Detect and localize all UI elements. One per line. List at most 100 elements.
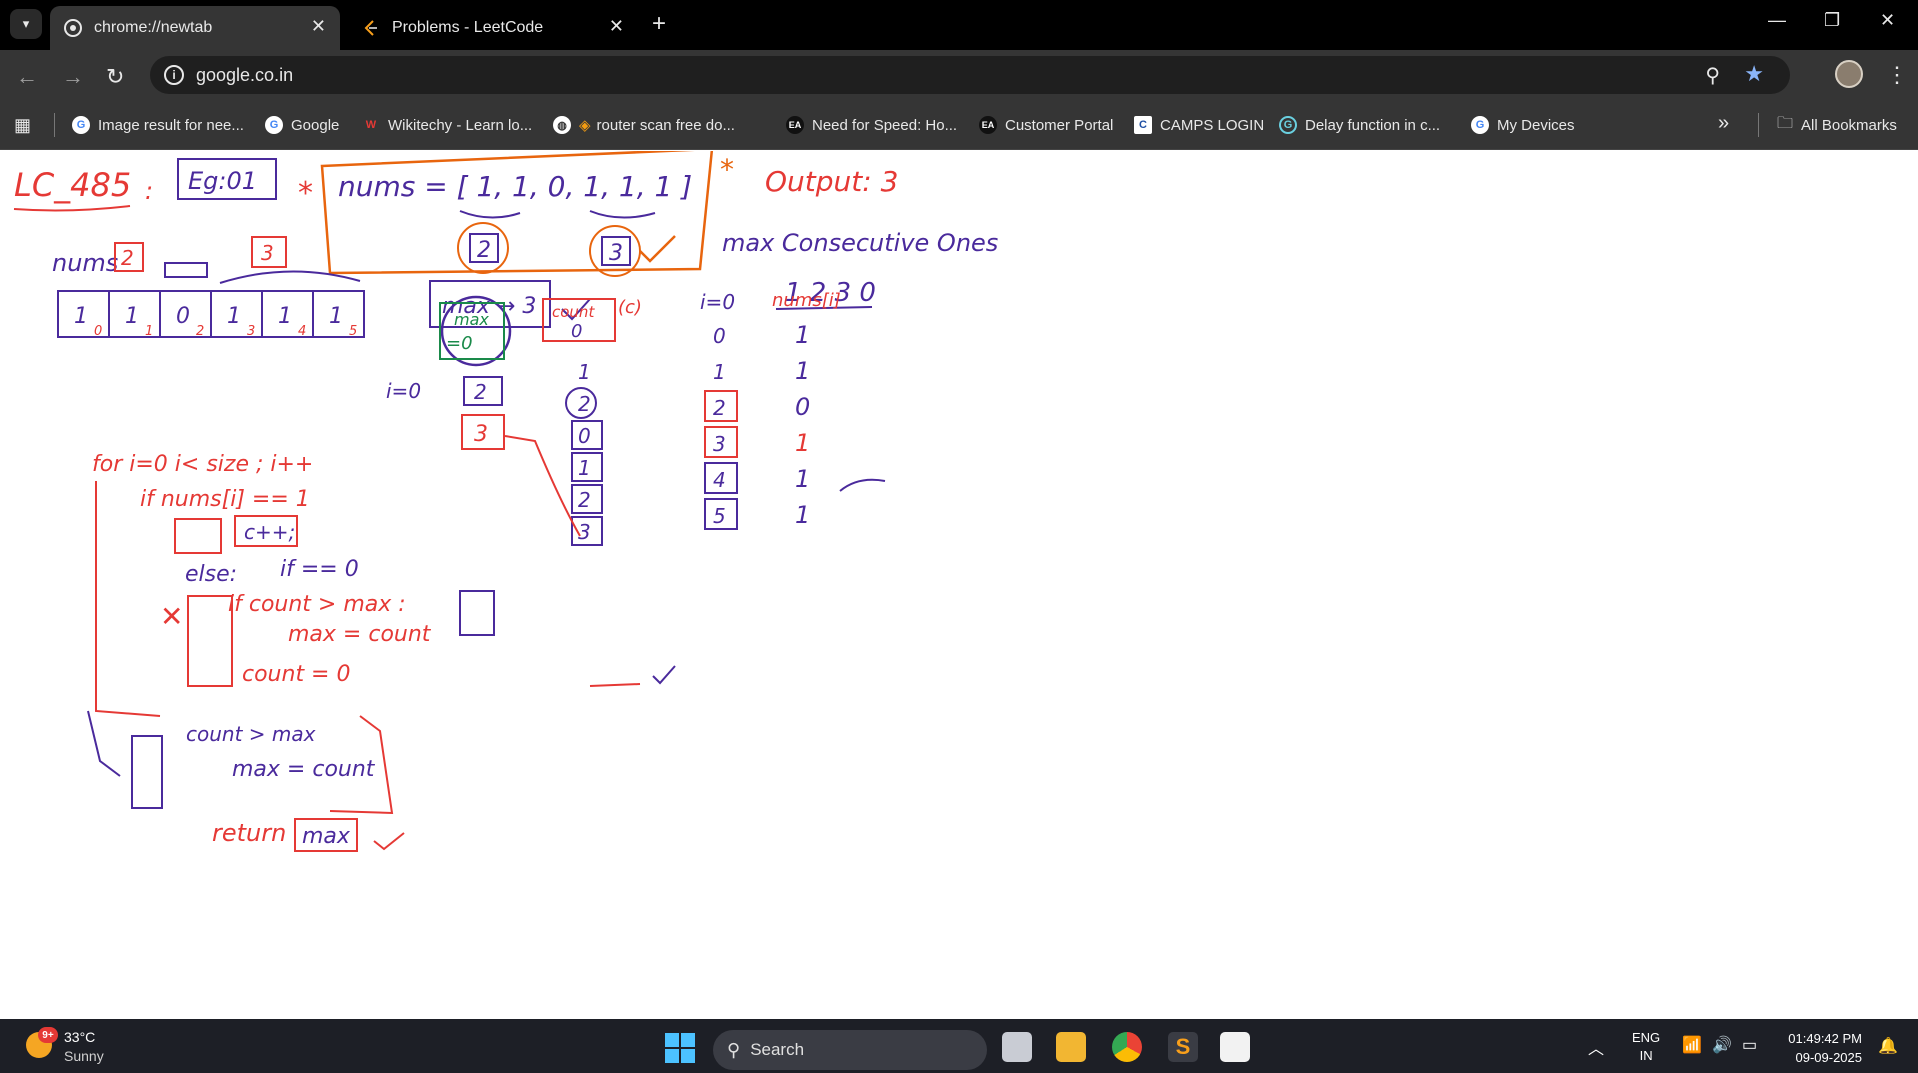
group-count: 3 xyxy=(609,241,623,266)
table-header-i: i=0 xyxy=(700,290,735,314)
chevron-down-icon: ▾ xyxy=(22,16,30,31)
address-bar[interactable]: i google.co.in ⚲ ★ xyxy=(150,56,1790,94)
leetcode-icon xyxy=(362,19,380,37)
wikitechy-icon: W xyxy=(365,119,377,131)
array-index: 0 xyxy=(94,324,102,339)
site-info-icon[interactable]: i xyxy=(164,65,184,85)
profile-avatar[interactable] xyxy=(1835,60,1863,88)
count-label: count xyxy=(552,303,595,321)
google-icon: G xyxy=(265,116,283,134)
search-icon: ⚲ xyxy=(727,1039,741,1060)
tab-newtab[interactable]: chrome://newtab ✕ xyxy=(50,6,340,50)
count-step: 1 xyxy=(578,456,591,480)
chrome-icon xyxy=(64,19,82,37)
weather-temperature[interactable]: 33°C xyxy=(64,1029,95,1045)
new-tab-button[interactable]: + xyxy=(652,10,666,38)
else-if: if == 0 xyxy=(280,557,359,582)
checkmark xyxy=(839,478,886,492)
close-window-icon[interactable]: ✕ xyxy=(1880,10,1895,31)
notification-icon[interactable]: 🔔 xyxy=(1878,1036,1898,1056)
array-index: 4 xyxy=(298,324,306,339)
checkmark xyxy=(373,832,405,851)
table-nums: 0 xyxy=(795,393,810,421)
bookmarks-bar: ▦ G Image result for nee... G Google W Wiki… xyxy=(0,100,1918,150)
more-bookmarks-icon[interactable]: » xyxy=(1718,112,1729,135)
chevron-up-icon[interactable]: ︿ xyxy=(1588,1035,1604,1059)
menu-icon[interactable]: ⋮ xyxy=(1886,62,1908,88)
cond-line: if count > max : xyxy=(228,592,406,617)
brace-mark xyxy=(459,210,521,219)
hatched-box xyxy=(174,518,222,554)
arrow-line xyxy=(504,435,581,537)
camps-icon: C xyxy=(1134,116,1152,134)
task-view-icon[interactable] xyxy=(1002,1032,1032,1062)
array-count: 2 xyxy=(121,246,134,270)
description: max Consecutive Ones xyxy=(722,229,998,257)
output-label: Output: 3 xyxy=(765,165,898,198)
file-explorer-icon[interactable] xyxy=(1056,1032,1086,1062)
reload-button[interactable]: ↻ xyxy=(106,64,124,90)
count-init: 0 xyxy=(571,321,582,342)
windows-start-icon[interactable] xyxy=(665,1033,695,1063)
arrow-line xyxy=(87,710,121,777)
battery-icon[interactable]: ▭ xyxy=(1742,1035,1757,1055)
minimize-icon[interactable]: — xyxy=(1768,10,1786,31)
zoom-icon[interactable]: ⚲ xyxy=(1705,63,1720,88)
bookmark-item[interactable]: W Wikitechy - Learn lo... xyxy=(362,114,532,136)
close-tab-icon[interactable]: ✕ xyxy=(311,16,326,37)
brace-mark xyxy=(589,210,656,219)
taskbar-search[interactable]: ⚲ Search xyxy=(713,1030,987,1070)
divider xyxy=(54,113,55,137)
bracket-line xyxy=(95,481,161,717)
title-underline xyxy=(13,205,131,212)
weather-condition[interactable]: Sunny xyxy=(64,1048,104,1064)
bookmark-item[interactable]: G Google xyxy=(265,114,339,136)
restore-icon[interactable]: ❐ xyxy=(1824,10,1840,31)
tab-search-button[interactable]: ▾ xyxy=(10,9,42,39)
asterisk-mark: * xyxy=(298,176,313,211)
folder-icon: 🗀 xyxy=(1777,114,1794,132)
whiteboard-canvas[interactable]: LC_485 : Eg:01 * nums = [ 1, 1, 0, 1, 1,… xyxy=(0,147,1918,1019)
weather-badge: 9+ xyxy=(38,1027,58,1043)
array-index: 1 xyxy=(145,324,153,339)
table-nums: 1 xyxy=(795,465,810,493)
back-button[interactable]: ← xyxy=(16,64,38,90)
count-step: 1 xyxy=(578,360,591,384)
wifi-icon[interactable]: 📶 xyxy=(1682,1035,1702,1055)
volume-icon[interactable]: 🔊 xyxy=(1712,1035,1732,1055)
chrome-taskbar-icon[interactable] xyxy=(1112,1032,1142,1062)
bookmark-item[interactable]: G My Devices xyxy=(1471,114,1575,136)
bookmark-item[interactable]: G Delay function in c... xyxy=(1279,114,1440,136)
url-text[interactable]: google.co.in xyxy=(196,65,293,86)
bookmark-star-icon[interactable]: ★ xyxy=(1744,61,1764,87)
bookmark-item[interactable]: EA Customer Portal xyxy=(979,114,1113,136)
array-count: 3 xyxy=(261,241,274,265)
bookmark-item[interactable]: ◍ ◈ router scan free do... xyxy=(553,114,735,136)
hatched-box xyxy=(459,590,495,636)
snipping-tool-icon[interactable] xyxy=(1220,1032,1250,1062)
tab-leetcode[interactable]: Problems - LeetCode ✕ xyxy=(348,6,638,50)
table-header-nums: nums[i] xyxy=(772,290,841,311)
array-cells: 101102131415 xyxy=(74,291,357,339)
system-clock[interactable]: 01:49:42 PM 09-09-2025 xyxy=(1782,1029,1862,1067)
max-step: 3 xyxy=(474,422,488,447)
forward-button[interactable]: → xyxy=(62,64,84,90)
array-value: 1 xyxy=(74,304,88,329)
example-tag: Eg:01 xyxy=(188,167,257,195)
bookmark-item[interactable]: C CAMPS LOGIN xyxy=(1134,114,1264,136)
tab-title: Problems - LeetCode xyxy=(392,19,544,36)
close-tab-icon[interactable]: ✕ xyxy=(609,16,624,37)
trace-table: 0 1 1 1 2 0 3 1 4 1 5 1 xyxy=(704,321,810,530)
bookmark-item[interactable]: EA Need for Speed: Ho... xyxy=(786,114,957,136)
language-indicator[interactable]: ENG IN xyxy=(1632,1029,1660,1065)
bookmark-item[interactable]: G Image result for nee... xyxy=(72,114,244,136)
table-i: 4 xyxy=(713,468,726,492)
all-bookmarks[interactable]: 🗀 All Bookmarks xyxy=(1777,114,1897,136)
return-value: max xyxy=(302,824,351,849)
tab-strip: ▾ chrome://newtab ✕ Problems - LeetCode … xyxy=(0,0,1918,50)
tab-title: chrome://newtab xyxy=(94,19,213,36)
windows-taskbar: 9+ 33°C Sunny ⚲ Search S ︿ ENG IN 📶 🔊 ▭ 01… xyxy=(0,1019,1918,1073)
apps-grid-icon[interactable]: ▦ xyxy=(14,115,31,136)
sublime-icon[interactable]: S xyxy=(1168,1032,1198,1062)
if-line: if nums[i] == 1 xyxy=(140,487,310,512)
